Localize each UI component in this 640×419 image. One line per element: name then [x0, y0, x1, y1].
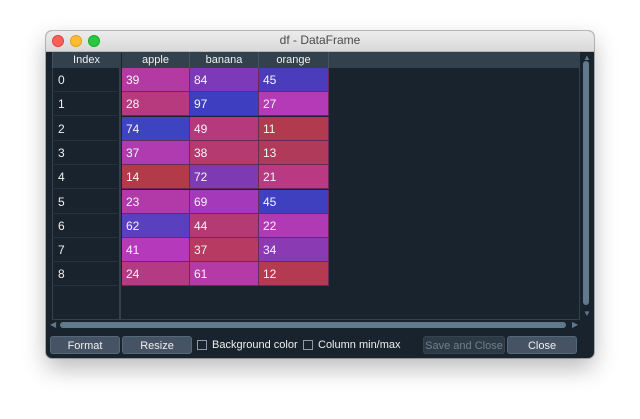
scroll-left-arrow-icon[interactable]: ◀ — [50, 320, 56, 329]
close-button[interactable]: Close — [507, 336, 577, 354]
table-cell-apple[interactable]: 62 — [122, 214, 190, 238]
table-cell-banana[interactable]: 38 — [190, 141, 259, 165]
resize-button[interactable]: Resize — [122, 336, 192, 354]
table-cell-banana[interactable]: 69 — [190, 190, 259, 214]
index-cell: 1 — [54, 92, 118, 116]
table-cell-orange[interactable]: 45 — [259, 190, 329, 214]
table-cell-orange[interactable]: 22 — [259, 214, 329, 238]
table-cell-banana[interactable]: 61 — [190, 262, 259, 286]
table-cell-orange[interactable]: 34 — [259, 238, 329, 262]
index-cell: 2 — [54, 117, 118, 141]
table-cell-banana[interactable]: 84 — [190, 68, 259, 92]
header-filler — [329, 52, 579, 68]
table-cell-apple[interactable]: 39 — [122, 68, 190, 92]
background-color-checkbox[interactable] — [197, 340, 207, 350]
table-cell-banana[interactable]: 37 — [190, 238, 259, 262]
format-button[interactable]: Format — [50, 336, 120, 354]
horizontal-scrollbar-thumb[interactable] — [60, 322, 566, 328]
table-cell-apple[interactable]: 28 — [122, 92, 190, 116]
scroll-up-arrow-icon[interactable]: ▲ — [583, 53, 591, 62]
dataframe-editor-window: df - DataFrame Index 012345678 apple ban… — [46, 31, 594, 358]
vertical-scrollbar-thumb[interactable] — [583, 61, 589, 305]
table-cell-banana[interactable]: 97 — [190, 92, 259, 116]
table-cell-orange[interactable]: 27 — [259, 92, 329, 116]
table-cell-banana[interactable]: 49 — [190, 117, 259, 141]
table-cell-apple[interactable]: 23 — [122, 190, 190, 214]
scroll-right-arrow-icon[interactable]: ▶ — [572, 320, 578, 329]
background-color-label: Background color — [212, 339, 298, 351]
column-header-banana[interactable]: banana — [190, 52, 259, 68]
table-cell-apple[interactable]: 14 — [122, 165, 190, 189]
index-cell: 4 — [54, 165, 118, 189]
table-cell-orange[interactable]: 21 — [259, 165, 329, 189]
index-cell: 3 — [54, 141, 118, 165]
window-title: df - DataFrame — [279, 33, 361, 47]
save-and-close-button[interactable]: Save and Close — [423, 336, 505, 354]
table-cell-apple[interactable]: 41 — [122, 238, 190, 262]
index-cell: 7 — [54, 238, 118, 262]
table-cell-orange[interactable]: 12 — [259, 262, 329, 286]
column-header-orange[interactable]: orange — [259, 52, 329, 68]
table-cell-orange[interactable]: 11 — [259, 117, 329, 141]
index-cell: 5 — [54, 190, 118, 214]
index-header[interactable]: Index — [52, 52, 120, 68]
column-minmax-label: Column min/max — [318, 339, 401, 351]
table-cell-apple[interactable]: 74 — [122, 117, 190, 141]
table-cell-orange[interactable]: 13 — [259, 141, 329, 165]
table-cell-orange[interactable]: 45 — [259, 68, 329, 92]
index-cell: 8 — [54, 262, 118, 286]
table-cell-apple[interactable]: 24 — [122, 262, 190, 286]
column-header-apple[interactable]: apple — [122, 52, 190, 68]
title-bar: df - DataFrame — [46, 31, 594, 52]
table-cell-banana[interactable]: 72 — [190, 165, 259, 189]
index-cell: 6 — [54, 214, 118, 238]
table-cell-banana[interactable]: 44 — [190, 214, 259, 238]
column-minmax-checkbox[interactable] — [303, 340, 313, 350]
table-cell-apple[interactable]: 37 — [122, 141, 190, 165]
index-cell: 0 — [54, 68, 118, 92]
scroll-down-arrow-icon[interactable]: ▼ — [583, 309, 591, 318]
